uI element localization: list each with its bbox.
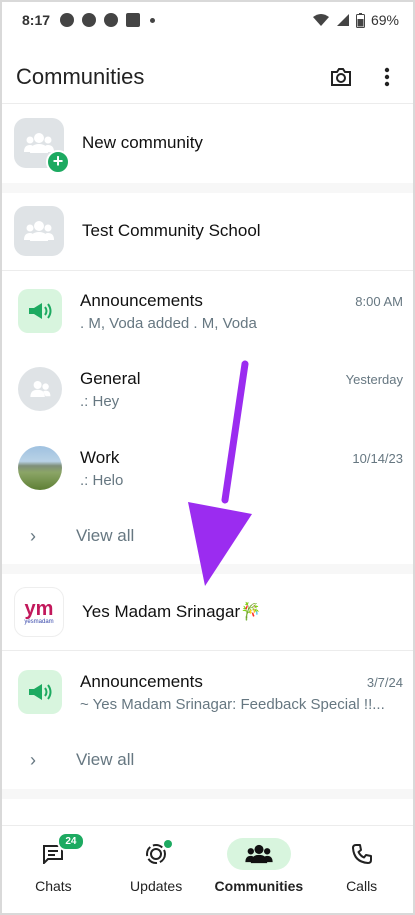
- community-avatar: +: [14, 118, 70, 174]
- nav-updates[interactable]: Updates: [105, 826, 208, 913]
- megaphone-icon: [29, 684, 52, 700]
- telegram-icon: [60, 13, 75, 27]
- nav-communities[interactable]: Communities: [208, 826, 311, 913]
- group-avatar: [18, 367, 62, 411]
- camera-icon: [331, 68, 351, 86]
- group-name: Work: [80, 447, 120, 467]
- screen: 8:17 69% Communities + New community Tes…: [0, 0, 415, 915]
- group-row-announcements[interactable]: Announcements 3/7/24 ~ Yes Madam Srinaga…: [2, 666, 413, 718]
- more-notifications-dot: [150, 17, 156, 23]
- group-icon: [24, 133, 54, 153]
- group-avatar-photo: [18, 446, 62, 490]
- chevron-right-icon: ›: [30, 525, 36, 546]
- logo-subtext: yesmadam: [24, 619, 54, 625]
- group-avatar: [18, 670, 62, 714]
- app-bar: Communities: [2, 52, 413, 102]
- battery-percent: 69%: [370, 12, 399, 28]
- more-vert-icon: [384, 67, 390, 87]
- new-community-label: New community: [82, 133, 203, 152]
- status-bar: 8:17 69%: [2, 2, 413, 38]
- signal-icon: [336, 14, 349, 26]
- group-time: 10/14/23: [352, 450, 403, 466]
- add-icon: +: [46, 150, 70, 174]
- group-name: Announcements: [80, 671, 203, 691]
- wifi-icon: [312, 14, 329, 26]
- group-avatar: [18, 289, 62, 333]
- nav-label: Updates: [130, 878, 183, 894]
- communities-icon: [245, 844, 273, 864]
- group-row-work[interactable]: Work 10/14/23 .: Helo: [2, 442, 413, 494]
- group-name: Announcements: [80, 290, 203, 310]
- group-preview: ~ Yes Madam Srinagar: Feedback Special !…: [80, 695, 385, 713]
- more-options-button[interactable]: [375, 65, 399, 89]
- group-icon: [30, 381, 51, 397]
- group-icon: [24, 221, 54, 241]
- nav-label: Communities: [214, 878, 304, 894]
- group-time: 8:00 AM: [355, 293, 403, 309]
- nav-chats[interactable]: 24 Chats: [2, 826, 105, 913]
- new-community-row[interactable]: + New community: [2, 117, 413, 174]
- community-avatar: [14, 206, 64, 256]
- community-header-test-school[interactable]: Test Community School: [2, 205, 413, 257]
- view-all-button[interactable]: › View all: [2, 740, 413, 780]
- megaphone-icon: [29, 303, 52, 319]
- group-name: General: [80, 368, 141, 388]
- nav-calls[interactable]: Calls: [310, 826, 413, 913]
- group-preview: . M, Voda added . M, Voda: [80, 314, 257, 332]
- community-name: Test Community School: [82, 221, 261, 240]
- group-preview: .: Hey: [80, 392, 120, 410]
- nav-label: Calls: [346, 878, 378, 894]
- community-name: Yes Madam Srinagar🎋: [82, 602, 262, 621]
- group-preview: .: Helo: [80, 471, 124, 489]
- view-all-label: View all: [76, 526, 135, 545]
- group-time: 3/7/24: [366, 674, 403, 690]
- group-row-general[interactable]: General Yesterday .: Hey: [2, 363, 413, 415]
- community-header-yes-madam[interactable]: ym yesmadam Yes Madam Srinagar🎋: [2, 586, 413, 638]
- telegram-icon: [82, 13, 97, 27]
- phone-icon: [351, 844, 372, 864]
- screenshot-icon: [126, 13, 141, 27]
- unread-count-badge: 24: [57, 832, 85, 851]
- logo-text: ym: [24, 598, 54, 620]
- app-b-icon: [104, 13, 119, 27]
- chevron-right-icon: ›: [30, 749, 36, 770]
- camera-button[interactable]: [329, 65, 353, 89]
- group-time: Yesterday: [345, 371, 403, 387]
- battery-icon: [355, 12, 365, 28]
- community-logo: ym yesmadam: [14, 587, 64, 637]
- bottom-nav: 24 Chats Updates Communities Calls: [2, 825, 413, 913]
- view-all-label: View all: [76, 750, 135, 769]
- new-status-dot: [164, 840, 173, 848]
- nav-label: Chats: [35, 878, 72, 894]
- view-all-button[interactable]: › View all: [2, 516, 413, 556]
- status-time: 8:17: [22, 12, 51, 28]
- group-row-announcements[interactable]: Announcements 8:00 AM . M, Voda added . …: [2, 285, 413, 337]
- page-title: Communities: [16, 64, 145, 89]
